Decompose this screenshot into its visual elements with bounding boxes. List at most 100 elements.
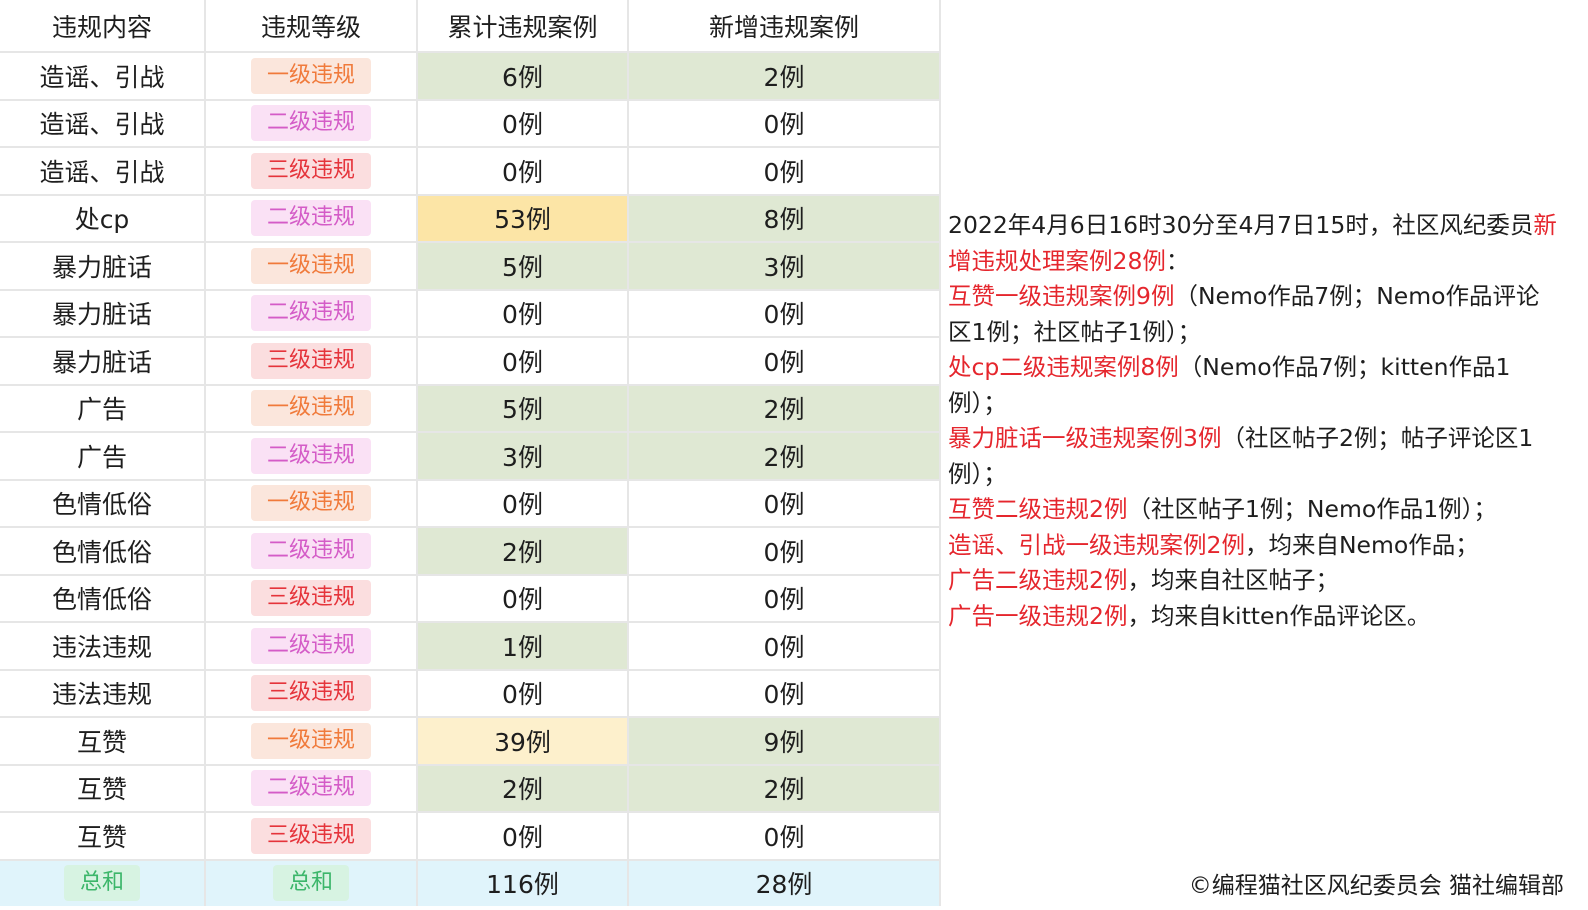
cell-total-cases: 2例 <box>417 764 629 813</box>
cell-new-cases: 0例 <box>628 669 941 718</box>
cell-level: 二级违规 <box>205 432 418 481</box>
cell-total-cases: 39例 <box>417 717 629 766</box>
table-row: 暴力脏话 二级违规 0例 0例 <box>0 289 941 338</box>
cell-new-cases: 8例 <box>628 194 941 243</box>
level-badge: 二级违规 <box>250 770 371 807</box>
level-badge: 二级违规 <box>250 105 371 142</box>
table-total-row: 总和 总和 116例 28例 <box>0 859 941 906</box>
cell-content: 色情低俗 <box>0 574 206 623</box>
cell-content: 色情低俗 <box>0 479 206 528</box>
cell-level: 三级违规 <box>205 574 418 623</box>
cell-new-cases: 2例 <box>628 52 941 101</box>
cell-content: 造谣、引战 <box>0 52 206 101</box>
cell-new-cases: 3例 <box>628 242 941 291</box>
cell-total-cases: 0例 <box>417 669 629 718</box>
header-total-cases: 累计违规案例 <box>417 0 629 53</box>
table-row: 互赞 一级违规 39例 9例 <box>0 717 941 766</box>
level-badge: 一级违规 <box>250 485 371 522</box>
summary-highlight: 处cp二级违规案例8例 <box>948 353 1179 381</box>
header-content: 违规内容 <box>0 0 206 53</box>
table-row: 违法违规 三级违规 0例 0例 <box>0 669 941 718</box>
cell-content: 互赞 <box>0 717 206 766</box>
cell-total-cases: 2例 <box>417 527 629 576</box>
summary-highlight: 暴力脏话一级违规案例3例 <box>948 424 1222 452</box>
cell-new-cases: 0例 <box>628 574 941 623</box>
level-badge: 三级违规 <box>250 675 371 712</box>
cell-new-cases: 9例 <box>628 717 941 766</box>
table-row: 广告 一级违规 5例 2例 <box>0 384 941 433</box>
summary-text-segment: ： <box>1165 246 1190 275</box>
cell-level: 二级违规 <box>205 764 418 813</box>
cell-level: 一级违规 <box>205 479 418 528</box>
cell-total-cases: 6例 <box>417 52 629 101</box>
summary-text: 2022年4月6日16时30分至4月7日15时，社区风纪委员新增违规处理案例28… <box>948 208 1563 634</box>
cell-total-cases: 3例 <box>417 432 629 481</box>
summary-highlight: 互赞一级违规案例9例 <box>948 282 1175 310</box>
cell-content: 违法违规 <box>0 669 206 718</box>
cell-level: 一级违规 <box>205 242 418 291</box>
cell-new-cases: 0例 <box>628 99 941 148</box>
table-row: 造谣、引战 一级违规 6例 2例 <box>0 52 941 101</box>
table-header-row: 违规内容 违规等级 累计违规案例 新增违规案例 <box>0 0 941 53</box>
table-body: 造谣、引战 一级违规 6例 2例 造谣、引战 二级违规 0例 0例 造谣、引战 三级违规 0例 0例处… <box>0 52 941 906</box>
header-new-cases: 新增违规案例 <box>628 0 941 53</box>
cell-content: 暴力脏话 <box>0 289 206 338</box>
cell-level: 一级违规 <box>205 717 418 766</box>
summary-highlight: 广告一级违规2例 <box>948 601 1128 630</box>
summary-highlight: 广告二级违规2例 <box>948 566 1128 594</box>
cell-level: 三级违规 <box>205 147 418 196</box>
level-badge: 一级违规 <box>250 247 371 284</box>
cell-new-cases: 0例 <box>628 337 941 386</box>
table-row: 暴力脏话 三级违规 0例 0例 <box>0 337 941 386</box>
cell-total-cases: 0例 <box>417 289 629 338</box>
table-row: 造谣、引战 三级违规 0例 0例 <box>0 147 941 196</box>
level-badge: 二级违规 <box>250 437 371 474</box>
cell-level: 二级违规 <box>205 622 418 671</box>
table-row: 色情低俗 一级违规 0例 0例 <box>0 479 941 528</box>
cell-content: 色情低俗 <box>0 527 206 576</box>
cell-total-cases: 0例 <box>417 574 629 623</box>
table-row: 色情低俗 二级违规 2例 0例 <box>0 527 941 576</box>
cell-new-cases: 0例 <box>628 622 941 671</box>
cell-new-cases: 2例 <box>628 432 941 481</box>
cell-content: 造谣、引战 <box>0 147 206 196</box>
table-row: 处cp 二级违规 53例 8例 <box>0 194 941 243</box>
cell-level: 二级违规 <box>205 194 418 243</box>
level-badge: 三级违规 <box>250 817 371 854</box>
cell-total-label: 总和 <box>0 859 206 906</box>
cell-level: 一级违规 <box>205 52 418 101</box>
table-row: 广告 二级违规 3例 2例 <box>0 432 941 481</box>
cell-content: 违法违规 <box>0 622 206 671</box>
level-badge: 三级违规 <box>250 152 371 189</box>
table-row: 互赞 三级违规 0例 0例 <box>0 812 941 861</box>
summary-text-segment: （社区帖子1例；Nemo作品1例）； <box>1127 495 1497 523</box>
cell-total-cases: 0例 <box>417 147 629 196</box>
cell-new-cases: 0例 <box>628 527 941 576</box>
cell-new-cases: 2例 <box>628 764 941 813</box>
cell-content: 处cp <box>0 194 206 243</box>
summary-text-segment: ，均来自社区帖子； <box>1127 566 1339 594</box>
sum-badge: 总和 <box>272 865 349 902</box>
level-badge: 三级违规 <box>250 342 371 379</box>
cell-content: 互赞 <box>0 812 206 861</box>
summary-highlight: 互赞二级违规2例 <box>948 495 1128 523</box>
cell-level: 三级违规 <box>205 669 418 718</box>
level-badge: 二级违规 <box>250 627 371 664</box>
level-badge: 一级违规 <box>250 57 371 94</box>
cell-content: 广告 <box>0 432 206 481</box>
cell-new-cases: 0例 <box>628 289 941 338</box>
level-badge: 二级违规 <box>250 532 371 569</box>
cell-level: 一级违规 <box>205 384 418 433</box>
cell-level: 三级违规 <box>205 337 418 386</box>
cell-total-sum: 116例 <box>417 859 629 906</box>
cell-new-cases: 2例 <box>628 384 941 433</box>
cell-total-cases: 0例 <box>417 99 629 148</box>
cell-total-cases: 0例 <box>417 337 629 386</box>
cell-level: 二级违规 <box>205 527 418 576</box>
table-row: 违法违规 二级违规 1例 0例 <box>0 622 941 671</box>
summary-text-segment: ，均来自Nemo作品； <box>1244 530 1479 559</box>
level-badge: 三级违规 <box>250 580 371 617</box>
cell-content: 暴力脏话 <box>0 242 206 291</box>
table-row: 造谣、引战 二级违规 0例 0例 <box>0 99 941 148</box>
cell-content: 互赞 <box>0 764 206 813</box>
